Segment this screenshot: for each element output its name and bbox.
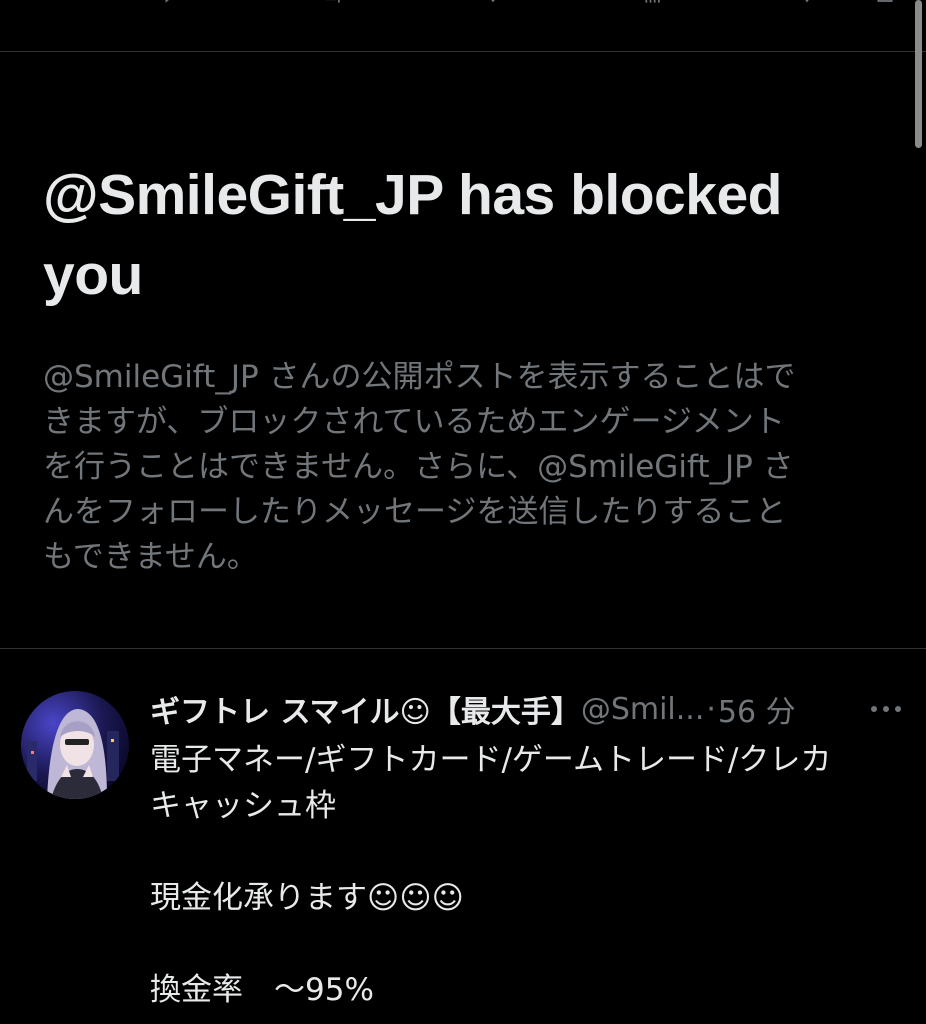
blocked-title: @SmileGift_JP has blocked you bbox=[43, 163, 782, 307]
post-text-line: 電子マネー/ギフトカード/ゲームトレード/クレカ bbox=[150, 742, 832, 778]
description-line: @SmileGift_JP さんの公開ポストを表示することはで bbox=[43, 359, 796, 395]
post-text-line: 換金率 ～95% bbox=[150, 972, 374, 1008]
post-body: 電子マネー/ギフトカード/ゲームトレード/クレカ キャッシュ枠 現金化承ります☺… bbox=[150, 737, 910, 1013]
post-header: ギフトレ スマイル☺【最大手】 @Smil... · 56 分 bbox=[150, 687, 910, 731]
more-icon[interactable] bbox=[866, 697, 906, 721]
blocked-notice: @SmileGift_JP has blocked you @SmileGift… bbox=[43, 155, 883, 580]
scrollbar[interactable] bbox=[915, 0, 922, 148]
separator-dot: · bbox=[706, 691, 716, 727]
description-line: んをフォローしたりメッセージを送信したりすること bbox=[43, 494, 787, 530]
repost-icon[interactable] bbox=[320, 0, 346, 6]
description-line: もできません。 bbox=[43, 539, 258, 575]
top-action-bar bbox=[0, 0, 926, 52]
description-line: を行うことはできません。さらに、@SmileGift_JP さ bbox=[43, 449, 794, 485]
reply-icon[interactable] bbox=[160, 0, 186, 6]
post-timestamp[interactable]: 56 分 bbox=[718, 687, 796, 731]
post-text-line: キャッシュ枠 bbox=[150, 788, 336, 824]
bookmark-icon[interactable] bbox=[794, 0, 820, 6]
like-icon[interactable] bbox=[480, 0, 506, 6]
post[interactable]: ギフトレ スマイル☺【最大手】 @Smil... · 56 分 電子マネー/ギフ… bbox=[0, 649, 926, 1024]
display-name[interactable]: ギフトレ スマイル☺【最大手】 bbox=[150, 687, 581, 731]
share-icon[interactable] bbox=[872, 0, 898, 6]
views-icon[interactable] bbox=[640, 0, 666, 6]
avatar[interactable] bbox=[21, 691, 129, 799]
username-handle[interactable]: @Smil... bbox=[581, 692, 705, 727]
blocked-description: @SmileGift_JP さんの公開ポストを表示することはで きますが、ブロッ… bbox=[43, 355, 883, 580]
post-text-line: 現金化承ります☺☺☺ bbox=[150, 880, 464, 916]
description-line: きますが、ブロックされているためエンゲージメント bbox=[43, 404, 785, 440]
